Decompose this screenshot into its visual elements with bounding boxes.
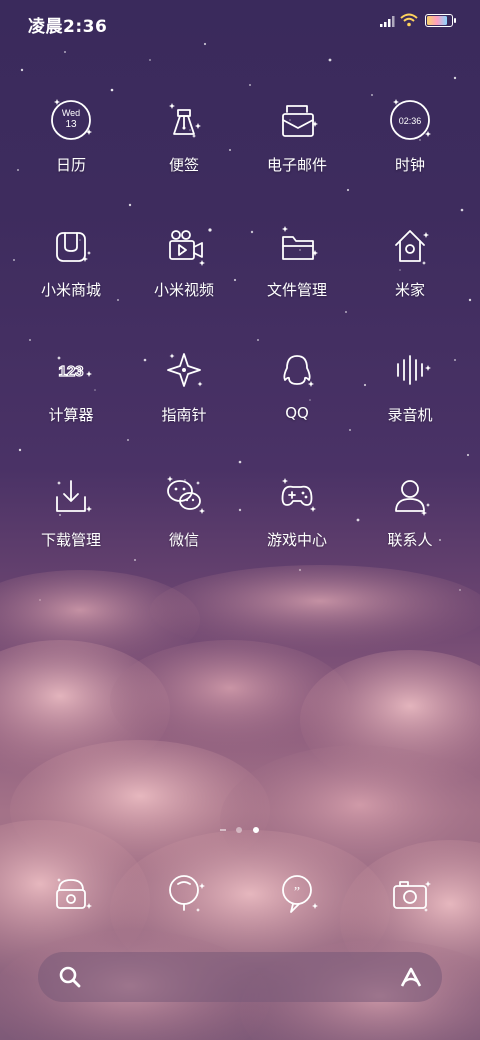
app-calculator[interactable]: 123 计算器	[16, 342, 126, 425]
app-gamepad[interactable]: 游戏中心	[242, 467, 352, 550]
dock-camera[interactable]	[355, 862, 465, 922]
wechat-icon	[167, 476, 205, 514]
compass-icon	[167, 353, 203, 387]
signal-icon	[380, 16, 395, 27]
contacts-icon	[395, 480, 430, 516]
app-label: 联系人	[387, 531, 433, 549]
page-indicator	[216, 826, 264, 834]
app-calendar[interactable]: Wed 13 日历	[16, 92, 126, 175]
assistant-icon[interactable]	[398, 965, 424, 989]
app-label: 录音机	[387, 406, 433, 424]
app-recorder[interactable]: 录音机	[355, 342, 465, 425]
clock-icon-wrap: 02:36	[355, 92, 465, 148]
gamepad-icon-wrap	[242, 467, 352, 523]
app-compass[interactable]: 指南针	[129, 342, 239, 425]
svg-text:Wed: Wed	[62, 108, 80, 118]
app-label: 便签	[168, 156, 199, 174]
app-clock[interactable]: 02:36 时钟	[355, 92, 465, 175]
phone-icon-wrap	[16, 862, 126, 922]
svg-text:”: ”	[294, 885, 300, 900]
folder-icon	[282, 226, 318, 260]
messages-icon-wrap: ”	[242, 862, 352, 922]
app-notes[interactable]: 便签	[129, 92, 239, 175]
camera-icon-wrap	[355, 862, 465, 922]
app-label: 下载管理	[40, 531, 101, 549]
clock-icon: 02:36	[390, 99, 431, 140]
app-video[interactable]: 小米视频	[129, 217, 239, 300]
svg-text:123: 123	[58, 363, 83, 380]
phone-icon	[56, 878, 92, 909]
browser-icon-wrap	[129, 862, 239, 922]
app-label: 计算器	[48, 406, 94, 424]
email-icon	[282, 105, 318, 137]
recorder-icon	[397, 355, 431, 385]
mi-store-icon	[56, 232, 91, 262]
mi-home-icon	[395, 230, 429, 265]
app-label: 微信	[168, 531, 199, 549]
notes-icon	[169, 103, 201, 138]
folder-icon-wrap	[242, 217, 352, 273]
video-icon	[169, 230, 205, 266]
browser-icon	[169, 875, 205, 912]
qq-icon-wrap	[242, 342, 352, 398]
app-label: 小米视频	[153, 281, 214, 299]
page-indicator-feed[interactable]	[220, 829, 226, 831]
camera-icon	[393, 881, 431, 912]
app-mi-home[interactable]: 米家	[355, 217, 465, 300]
app-folder[interactable]: 文件管理	[242, 217, 352, 300]
app-label: 游戏中心	[266, 531, 327, 549]
notes-icon-wrap	[129, 92, 239, 148]
download-icon-wrap	[16, 467, 126, 523]
app-label: 米家	[394, 281, 425, 299]
page-dot-2-active[interactable]	[253, 827, 259, 833]
wifi-icon	[400, 13, 418, 27]
download-icon	[56, 480, 92, 512]
app-contacts[interactable]: 联系人	[355, 467, 465, 550]
app-qq[interactable]: QQ	[242, 342, 352, 422]
dock-browser[interactable]	[129, 862, 239, 922]
app-label: 日历	[55, 156, 86, 174]
recorder-icon-wrap	[355, 342, 465, 398]
mi-store-icon-wrap	[16, 217, 126, 273]
app-label: 文件管理	[266, 281, 327, 299]
email-icon-wrap	[242, 92, 352, 148]
svg-text:13: 13	[65, 119, 77, 130]
qq-icon	[283, 355, 314, 387]
svg-text:02:36: 02:36	[399, 116, 422, 126]
calculator-icon-wrap: 123	[16, 342, 126, 398]
search-icon[interactable]	[58, 965, 82, 989]
contacts-icon-wrap	[355, 467, 465, 523]
dock-messages[interactable]: ”	[242, 862, 352, 922]
wechat-icon-wrap	[129, 467, 239, 523]
battery-icon	[425, 14, 456, 27]
app-wechat[interactable]: 微信	[129, 467, 239, 550]
calendar-icon: Wed13	[51, 99, 92, 140]
video-icon-wrap	[129, 217, 239, 273]
search-bar[interactable]	[38, 952, 442, 1002]
gamepad-icon	[281, 478, 316, 512]
calendar-icon-wrap: Wed 13	[16, 92, 126, 148]
page-dot-1[interactable]	[236, 827, 242, 833]
app-label: 小米商城	[40, 281, 101, 299]
app-label: 指南针	[161, 406, 207, 424]
app-download[interactable]: 下载管理	[16, 467, 126, 550]
app-label: QQ	[285, 404, 309, 422]
app-email[interactable]: 电子邮件	[242, 92, 352, 175]
battery-level-fill	[427, 16, 447, 25]
calculator-icon: 123	[57, 356, 92, 381]
status-bar: 凌晨2:36	[0, 0, 480, 44]
dock-phone[interactable]	[16, 862, 126, 922]
mi-home-icon-wrap	[355, 217, 465, 273]
messages-icon: ”	[282, 875, 318, 913]
app-label: 电子邮件	[266, 156, 327, 174]
status-time: 凌晨2:36	[28, 17, 108, 37]
compass-icon-wrap	[129, 342, 239, 398]
app-mi-store[interactable]: 小米商城	[16, 217, 126, 300]
app-label: 时钟	[394, 156, 425, 174]
